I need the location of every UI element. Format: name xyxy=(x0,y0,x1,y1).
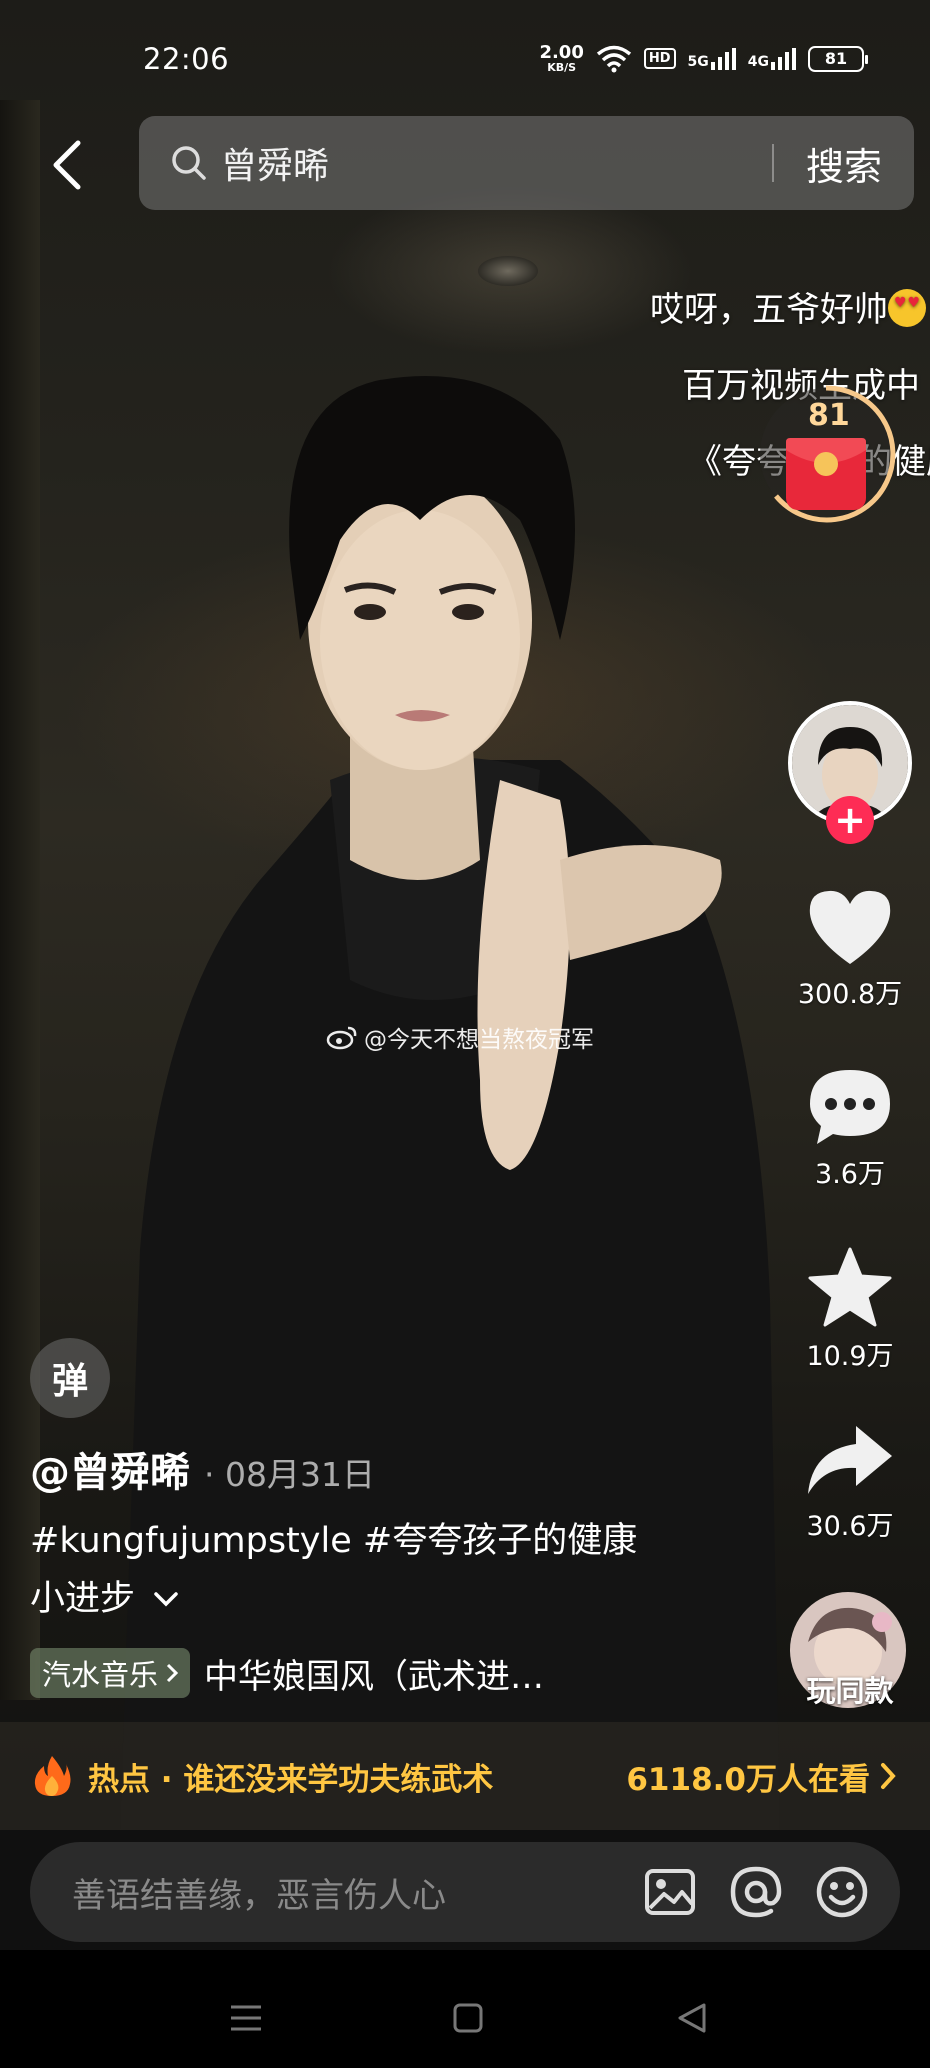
watermark: @今天不想当熬夜冠军 xyxy=(326,1020,594,1054)
video-caption[interactable]: #kungfujumpstyle #夸夸孩子的健康 xyxy=(30,1512,750,1570)
network-speed-value: 2.00 xyxy=(539,42,584,63)
heart-eyes-emoji-icon xyxy=(888,289,926,327)
network-speed: 2.00 KB/S xyxy=(539,42,584,74)
home-button[interactable] xyxy=(448,2000,488,2036)
danmu-comment: 哎呀，五爷好帅 xyxy=(650,282,926,331)
status-icons: 2.00 KB/S HD 5G 4G 81 xyxy=(539,42,868,74)
back-button[interactable] xyxy=(42,135,92,195)
chevron-right-icon xyxy=(166,1663,179,1683)
comment-count: 3.6万 xyxy=(815,1159,885,1190)
search-icon xyxy=(172,146,206,180)
share-count: 30.6万 xyxy=(806,1511,894,1542)
comment-placeholder[interactable]: 善语结善缘，恶言伤人心 xyxy=(72,1868,642,1917)
signal-bars-icon xyxy=(771,47,796,70)
video-caption-more[interactable]: 小进步 xyxy=(30,1570,179,1628)
recent-apps-button[interactable] xyxy=(226,2000,266,2036)
search-bar[interactable]: 曾舜晞 搜索 xyxy=(139,116,914,210)
heart-icon xyxy=(809,890,891,964)
status-bar: 22:06 2.00 KB/S HD 5G 4G 81 xyxy=(0,0,930,120)
share-arrow-icon xyxy=(808,1426,892,1494)
back-arrow-icon xyxy=(53,140,81,190)
weibo-icon xyxy=(326,1026,357,1050)
search-input[interactable]: 曾舜晞 xyxy=(221,137,772,189)
like-button[interactable]: 300.8万 xyxy=(770,888,930,1011)
music-title[interactable]: 中华娘国风（武术进… xyxy=(204,1649,544,1698)
search-button[interactable]: 搜索 xyxy=(806,136,882,191)
mention-button[interactable] xyxy=(728,1864,784,1920)
search-divider xyxy=(771,144,774,182)
plus-icon: + xyxy=(834,798,866,842)
battery-level: 81 xyxy=(824,49,848,68)
same-style-label: 玩同款 xyxy=(806,1674,894,1708)
status-time: 22:06 xyxy=(143,42,230,76)
caption-line-2: 小进步 xyxy=(30,1579,136,1619)
music-source-label: 汽水音乐 xyxy=(42,1658,159,1692)
author-avatar[interactable]: + xyxy=(788,701,912,844)
flame-icon xyxy=(34,1756,71,1796)
same-style-button[interactable]: 玩同款 xyxy=(790,1592,910,1712)
system-back-button[interactable] xyxy=(672,2000,712,2036)
at-sign-icon xyxy=(730,1866,782,1918)
music-row[interactable]: 汽水音乐 中华娘国风（武术进… xyxy=(30,1648,544,1698)
music-source-tag[interactable]: 汽水音乐 xyxy=(30,1648,191,1698)
smiley-icon xyxy=(816,1866,868,1918)
red-packet-count: 81 xyxy=(808,398,850,433)
comment-bubble-icon xyxy=(810,1070,890,1144)
hd-badge: HD xyxy=(643,48,676,69)
danmu-text: 哎呀，五爷好帅 xyxy=(650,290,888,330)
post-date: · 08月31日 xyxy=(204,1455,375,1494)
signal-4g-label: 4G xyxy=(747,53,769,70)
menu-lines-icon xyxy=(231,2005,261,2031)
star-icon xyxy=(808,1247,892,1327)
triangle-back-icon xyxy=(678,2003,706,2033)
signal-5g-label: 5G xyxy=(687,53,709,70)
hot-topic-bar[interactable]: 热点 · 谁还没来学功夫练武术 6118.0万人在看 xyxy=(0,1722,930,1830)
signal-4g: 4G xyxy=(747,47,796,70)
square-icon xyxy=(453,2003,483,2033)
emoji-button[interactable] xyxy=(814,1864,870,1920)
comment-input[interactable]: 善语结善缘，恶言伤人心 xyxy=(30,1842,900,1942)
follow-button[interactable]: + xyxy=(826,796,874,844)
danmu-toggle-button[interactable]: 弹 xyxy=(30,1338,110,1418)
chevron-down-icon xyxy=(154,1592,178,1607)
image-picker-button[interactable] xyxy=(642,1864,698,1920)
favorite-button[interactable]: 10.9万 xyxy=(770,1246,930,1373)
like-count: 300.8万 xyxy=(797,979,903,1010)
share-button[interactable]: 30.6万 xyxy=(770,1424,930,1543)
hot-viewers-count: 6118.0万人在看 xyxy=(626,1761,870,1798)
chevron-right-icon xyxy=(881,1763,896,1789)
comment-button[interactable]: 3.6万 xyxy=(770,1066,930,1191)
signal-5g: 5G xyxy=(687,47,736,70)
signal-bars-icon xyxy=(710,47,736,70)
favorite-count: 10.9万 xyxy=(806,1341,894,1372)
author-name[interactable]: @曾舜晞 xyxy=(30,1440,190,1498)
network-speed-unit: KB/S xyxy=(547,61,577,74)
author-line: @曾舜晞 · 08月31日 xyxy=(30,1440,375,1498)
image-icon xyxy=(645,1869,695,1915)
battery-icon: 81 xyxy=(808,45,868,72)
watermark-text: @今天不想当熬夜冠军 xyxy=(364,1027,594,1053)
wifi-icon xyxy=(596,45,631,72)
hot-topic-text: 热点 · 谁还没来学功夫练武术 xyxy=(88,1761,494,1798)
